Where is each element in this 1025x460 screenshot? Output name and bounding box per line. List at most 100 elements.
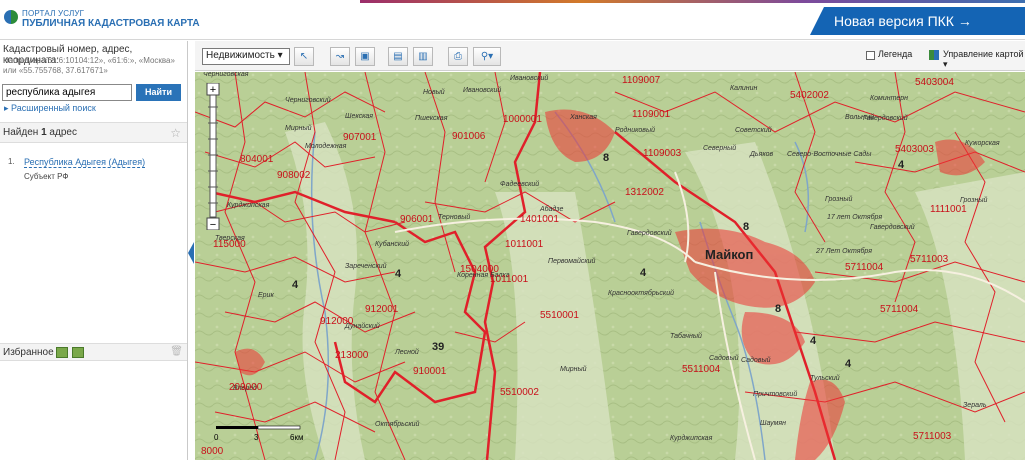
parcel-number: 5511004	[682, 364, 721, 375]
place-label: Ханская	[569, 114, 597, 121]
place-label: Садовый	[741, 356, 771, 364]
place-label: Шаумян	[760, 420, 786, 427]
place-label: Тульский	[810, 374, 840, 382]
print-icon[interactable]: ⎙	[448, 47, 468, 66]
zoom-in-icon[interactable]: +	[210, 84, 216, 96]
parcel-number: 906001	[400, 214, 434, 225]
place-label: Черниговский	[285, 96, 331, 104]
parcel-number: 4	[640, 267, 647, 279]
parcel-number: 910001	[413, 366, 447, 377]
place-label: Ерик	[258, 292, 274, 299]
place-label: Фадеевский	[500, 180, 539, 188]
place-label: Терновый	[438, 213, 470, 221]
place-label: Зареченский	[345, 262, 387, 270]
parcel-number: 5711004	[880, 304, 919, 315]
parcel-number: 8	[775, 303, 781, 315]
parcel-number: 8	[743, 221, 749, 233]
place-label: Гавердовский	[627, 229, 672, 237]
result-link[interactable]: Республика Адыгея (Адыгея)	[24, 157, 146, 168]
place-label: Мирный	[560, 365, 587, 373]
favorite-star-icon[interactable]: ☆	[170, 126, 181, 140]
place-label: Курджипская	[670, 434, 713, 442]
place-label: Новый	[423, 88, 445, 96]
zoom-out-icon[interactable]: −	[210, 219, 216, 230]
pointer-tool-icon[interactable]: ↖	[294, 47, 314, 66]
new-version-button[interactable]: Новая версия ПКК →	[810, 7, 1025, 35]
place-label: Калинин	[730, 85, 758, 92]
place-label: Табачный	[670, 332, 702, 340]
scale-label-6: 6км	[290, 433, 303, 442]
zoom-slider[interactable]: + −	[206, 83, 220, 230]
cadastral-map[interactable]: Майкоп Черниговская Новый Ивановский Иванов…	[195, 72, 1025, 460]
trash-icon[interactable]: 🗑	[170, 346, 183, 357]
search-hint-example: Например «61:6:10104:12», «61:6:», «Моск…	[3, 56, 175, 75]
parcel-number: 1000001	[503, 114, 542, 125]
place-label: Грозный	[960, 196, 987, 204]
place-label: Кубанский	[375, 240, 409, 248]
place-label: Родниковый	[615, 126, 655, 134]
search-input[interactable]	[2, 84, 132, 101]
favorites-header: Избранное 🗑	[0, 343, 187, 361]
map-canvas[interactable]: Майкоп Черниговская Новый Ивановский Иванов…	[195, 72, 1025, 460]
parcel-number: 1109003	[643, 148, 682, 159]
place-label: Северный	[703, 144, 736, 152]
parcel-number: 1109007	[622, 75, 661, 86]
search-button[interactable]: Найти	[136, 84, 181, 101]
brand-subtitle: ПОРТАЛ УСЛУГ	[22, 9, 85, 18]
building-tool-icon[interactable]: ▥	[413, 47, 433, 66]
results-header: Найден 1 адрес ☆	[0, 122, 187, 143]
place-label: Северо-Восточные Сады	[787, 150, 872, 158]
chart-tool-icon[interactable]: ▤	[388, 47, 408, 66]
parcel-number: 1401001	[520, 214, 559, 225]
parcel-number: 4	[810, 335, 817, 347]
parcel-number: 213000	[335, 350, 369, 361]
scale-label-0: 0	[214, 433, 219, 442]
place-label: Кужорская	[965, 140, 1000, 147]
parcel-number: 901006	[452, 131, 486, 142]
place-label: Дьяков	[749, 151, 774, 158]
parcel-number: 912001	[365, 304, 399, 315]
place-label: Коминтерн	[870, 95, 908, 102]
collapse-sidebar-handle[interactable]	[188, 242, 194, 264]
parcel-number: 5711004	[845, 262, 884, 273]
parcel-number: 209000	[229, 382, 263, 393]
parcel-number: 1011001	[490, 274, 529, 285]
link-icon[interactable]: ⚲▾	[473, 47, 501, 66]
place-label: Краснооктябрьский	[608, 289, 674, 297]
parcel-number: 804001	[240, 154, 274, 165]
place-label: Молодежная	[305, 142, 347, 150]
brand-title[interactable]: ПУБЛИЧНАЯ КАДАСТРОВАЯ КАРТА	[22, 18, 200, 29]
place-label: Октябрьский	[375, 420, 420, 428]
legend-label[interactable]: Легенда	[878, 49, 912, 59]
parcel-number: 5402002	[790, 90, 829, 101]
layer-select[interactable]: Недвижимость ▾	[202, 48, 290, 65]
decorative-stripe	[360, 0, 1025, 3]
place-label: Первомайский	[548, 257, 596, 265]
sidebar: Кадастровый номер, адрес, координата: На…	[0, 41, 188, 460]
place-label: Пшекская	[415, 115, 448, 122]
scale-label-3: 3	[254, 433, 259, 442]
parcel-number: 1111001	[930, 204, 967, 215]
parcel-number: 1011001	[505, 239, 544, 250]
map-toolbar: Недвижимость ▾ ↖ ↝ ▣ ▤ ▥ ⎙ ⚲▾ Легенда Уп…	[195, 41, 1025, 71]
place-label: Садовый	[709, 354, 739, 362]
identify-tool-icon[interactable]: ▣	[355, 47, 375, 66]
place-label: Причтовский	[753, 390, 797, 398]
legend-checkbox[interactable]	[866, 51, 875, 60]
favorites-export-icon[interactable]	[72, 347, 84, 358]
parcel-number: 1109001	[632, 109, 671, 120]
favorites-add-icon[interactable]	[56, 347, 68, 358]
advanced-search-link[interactable]: Расширенный поиск	[4, 103, 96, 114]
measure-tool-icon[interactable]: ↝	[330, 47, 350, 66]
parcel-number: 5403004	[915, 77, 954, 88]
place-label: Черниговская	[203, 72, 249, 78]
place-label: Мирный	[285, 124, 312, 132]
place-label: Лесной	[394, 348, 419, 356]
map-manage-icon[interactable]	[929, 50, 939, 60]
top-header: ПОРТАЛ УСЛУГ ПУБЛИЧНАЯ КАДАСТРОВАЯ КАРТА…	[0, 0, 1025, 40]
parcel-number: 907001	[343, 132, 377, 143]
map-manage-label[interactable]: Управление картой ▾	[943, 49, 1025, 70]
portal-logo-icon[interactable]	[4, 10, 18, 24]
result-type: Субъект РФ	[24, 172, 69, 181]
results-count: Найден 1 адрес	[3, 127, 77, 138]
